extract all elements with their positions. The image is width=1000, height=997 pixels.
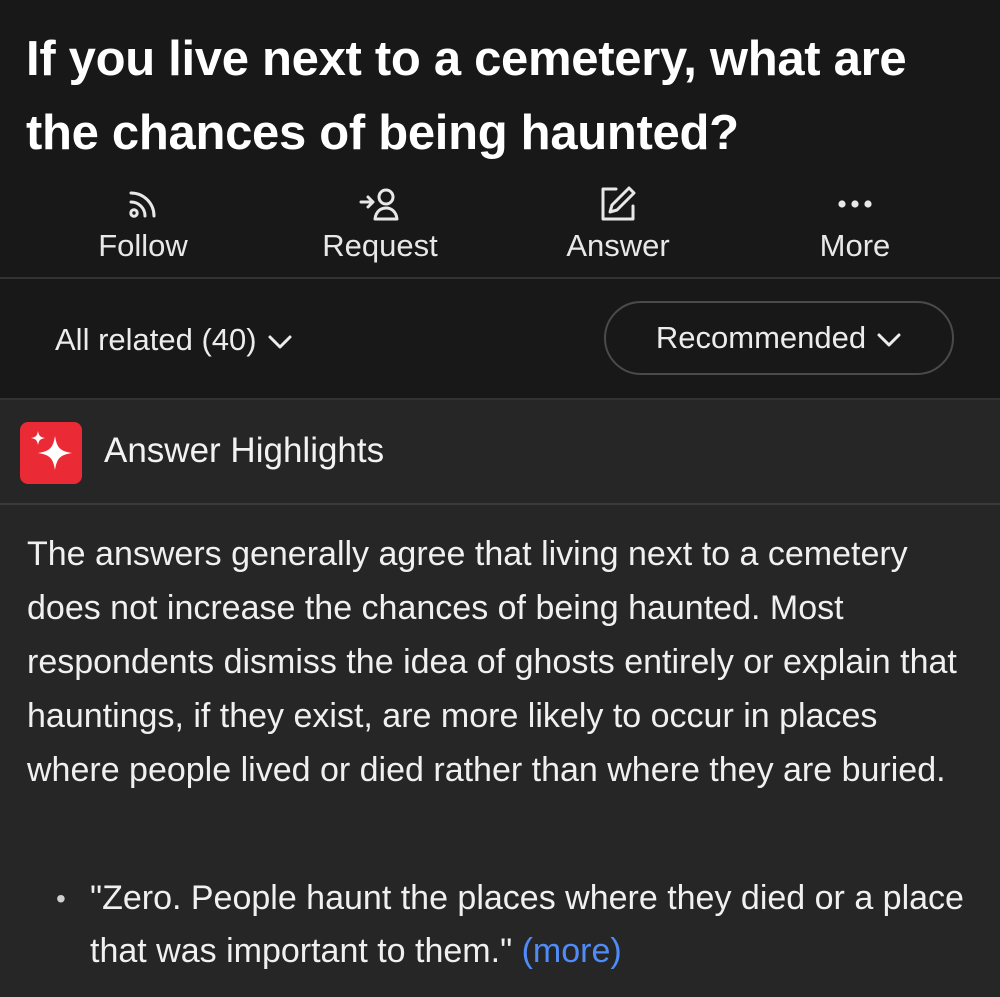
follow-feed-icon	[43, 184, 243, 224]
divider	[0, 503, 1000, 505]
chevron-down-icon	[268, 335, 292, 349]
question-action-bar: Follow Request Answer More	[0, 184, 1000, 278]
answer-highlights-card: Answer Highlights The answers generally …	[0, 400, 1000, 997]
follow-label: Follow	[98, 228, 188, 263]
request-person-icon	[280, 184, 480, 224]
answer-highlights-header: Answer Highlights	[0, 400, 1000, 502]
all-related-dropdown[interactable]: All related (40)	[55, 320, 293, 360]
highlight-quotes-list: • "Zero. People haunt the places where t…	[0, 872, 1000, 978]
highlights-summary: The answers generally agree that living …	[27, 535, 957, 789]
answer-label: Answer	[566, 228, 670, 263]
bullet-dot: •	[56, 883, 66, 914]
more-label: More	[819, 228, 891, 263]
ellipsis-icon	[755, 184, 955, 224]
answer-highlights-title: Answer Highlights	[104, 431, 385, 470]
divider	[0, 277, 1000, 279]
list-item: • "Zero. People haunt the places where t…	[0, 872, 980, 978]
follow-button[interactable]: Follow	[43, 184, 243, 274]
request-button[interactable]: Request	[280, 184, 480, 274]
sort-dropdown[interactable]: Recommended	[604, 301, 954, 375]
request-label: Request	[322, 228, 438, 263]
sparkle-icon	[20, 422, 82, 484]
question-title: If you live next to a cemetery, what are…	[26, 32, 907, 160]
answer-button[interactable]: Answer	[518, 184, 718, 274]
chevron-down-icon	[877, 333, 901, 347]
question-page: If you live next to a cemetery, what are…	[0, 0, 1000, 997]
filter-bar: All related (40) Recommended	[0, 280, 1000, 398]
more-link[interactable]: (more)	[522, 932, 622, 970]
pencil-square-icon	[518, 184, 718, 224]
more-button[interactable]: More	[755, 184, 955, 274]
all-related-label: All related (40)	[55, 322, 257, 357]
sort-label: Recommended	[655, 320, 867, 355]
